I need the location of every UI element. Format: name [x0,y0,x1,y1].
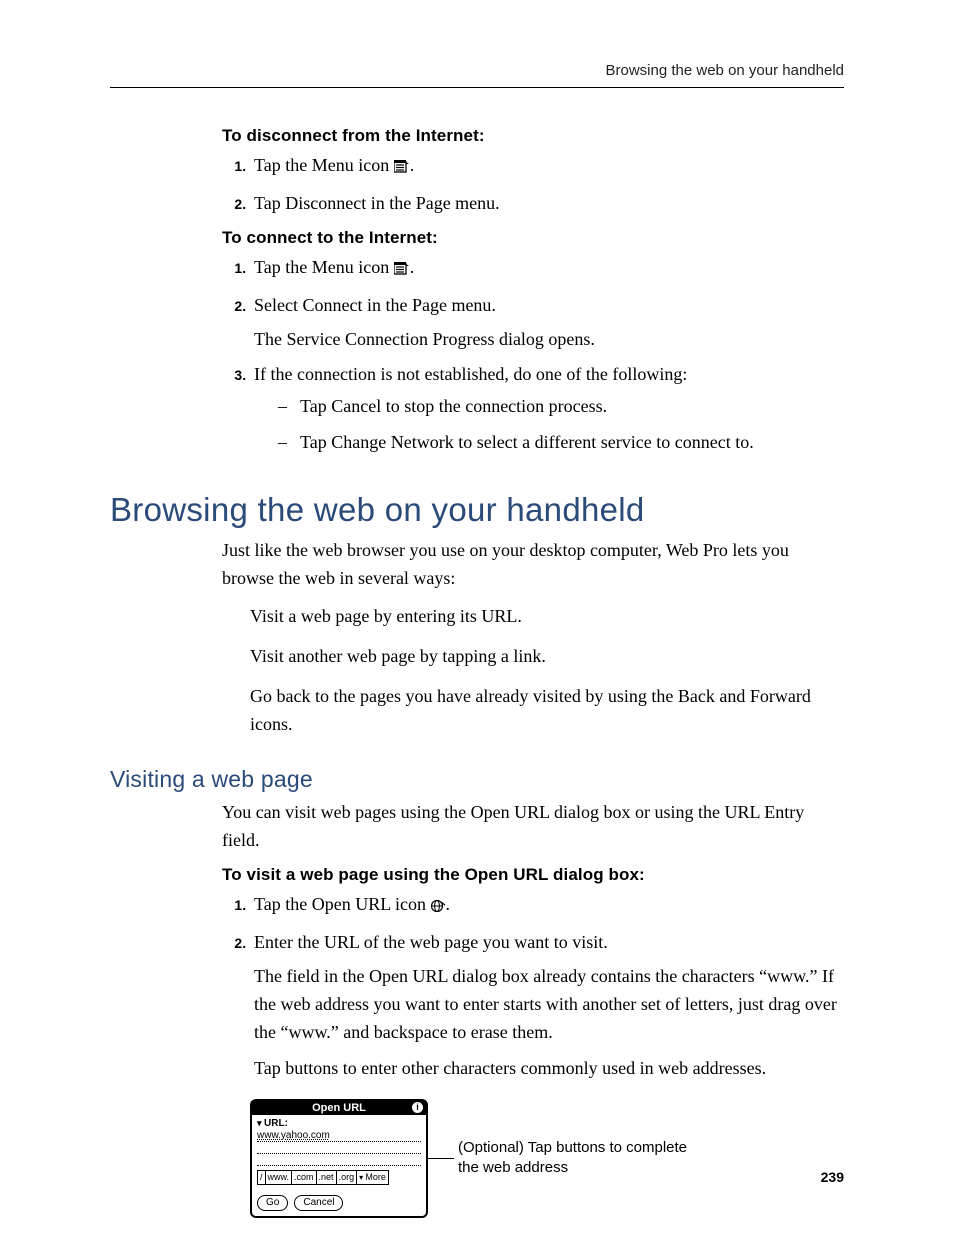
menu-icon [394,154,410,182]
globe-icon [431,893,446,921]
period: . [410,257,415,277]
go-button[interactable]: Go [257,1195,288,1211]
intro-item: Visit another web page by tapping a link… [250,643,844,671]
tld-button-row: / www. .com .net .org More [257,1170,421,1185]
step-options: Tap Cancel to stop the connection proces… [254,393,844,457]
open-url-figure: Open URL i URL: www.yahoo.com / www. .co… [250,1099,844,1218]
tld-button-com[interactable]: .com [291,1170,316,1185]
dialog-title-bar: Open URL i [252,1101,426,1115]
steps-connect: Tap the Menu icon . Select Connect in th… [222,254,844,457]
step-item: Tap the Menu icon . [250,254,844,284]
step-text: Enter the URL of the web page you want t… [254,932,608,952]
url-label[interactable]: URL: [257,1118,421,1129]
dialog-actions: Go Cancel [257,1195,421,1211]
open-url-dialog: Open URL i URL: www.yahoo.com / www. .co… [250,1099,428,1218]
heading-connect: To connect to the Internet: [222,228,844,248]
step-note: The field in the Open URL dialog box alr… [254,963,844,1047]
step-item: Tap Disconnect in the Page menu. [250,190,844,218]
heading-disconnect: To disconnect from the Internet: [222,126,844,146]
tld-button-org[interactable]: .org [336,1170,357,1185]
steps-disconnect: Tap the Menu icon . Tap Disconnect in th… [222,152,844,218]
url-input-line[interactable] [257,1157,421,1166]
step-result: The Service Connection Progress dialog o… [254,326,844,354]
tld-button-slash[interactable]: / [257,1170,265,1185]
period: . [446,894,451,914]
url-input[interactable]: www.yahoo.com [257,1130,421,1142]
intro-item: Go back to the pages you have already vi… [250,683,844,739]
cancel-button[interactable]: Cancel [294,1195,343,1211]
callout-leader-line [428,1158,454,1159]
info-icon[interactable]: i [412,1102,423,1113]
visiting-paragraph: You can visit web pages using the Open U… [222,799,844,855]
more-button[interactable]: More [356,1170,389,1185]
callout-text: (Optional) Tap buttons to complete the w… [458,1138,688,1179]
option-item: Tap Cancel to stop the connection proces… [278,393,844,421]
dialog-body: URL: www.yahoo.com / www. .com .net .org… [252,1115,426,1216]
step-item: Select Connect in the Page menu. The Ser… [250,292,844,354]
step-item: If the connection is not established, do… [250,361,844,457]
section-heading: Browsing the web on your handheld [110,491,844,529]
heading-visit: To visit a web page using the Open URL d… [222,865,844,885]
running-header: Browsing the web on your handheld [110,62,844,88]
step-text: Tap the Menu icon [254,257,394,277]
step-item: Enter the URL of the web page you want t… [250,929,844,1082]
step-item: Tap the Menu icon . [250,152,844,182]
intro-paragraph: Just like the web browser you use on you… [222,537,844,593]
option-item: Tap Change Network to select a different… [278,429,844,457]
step-item: Tap the Open URL icon . [250,891,844,921]
step-text: Tap the Open URL icon [254,894,431,914]
page-number: 239 [821,1169,844,1185]
step-text: Tap the Menu icon [254,155,394,175]
step-text: Select Connect in the Page menu. [254,295,496,315]
menu-icon [394,256,410,284]
period: . [410,155,415,175]
dialog-title: Open URL [312,1102,366,1114]
url-input-line[interactable] [257,1145,421,1154]
step-text: If the connection is not established, do… [254,364,687,384]
steps-visit: Tap the Open URL icon . Enter the URL of… [222,891,844,1082]
tld-button-net[interactable]: .net [316,1170,336,1185]
tld-button-www[interactable]: www. [265,1170,292,1185]
step-note: Tap buttons to enter other characters co… [254,1055,844,1083]
intro-item: Visit a web page by entering its URL. [250,603,844,631]
subsection-heading: Visiting a web page [110,766,844,793]
